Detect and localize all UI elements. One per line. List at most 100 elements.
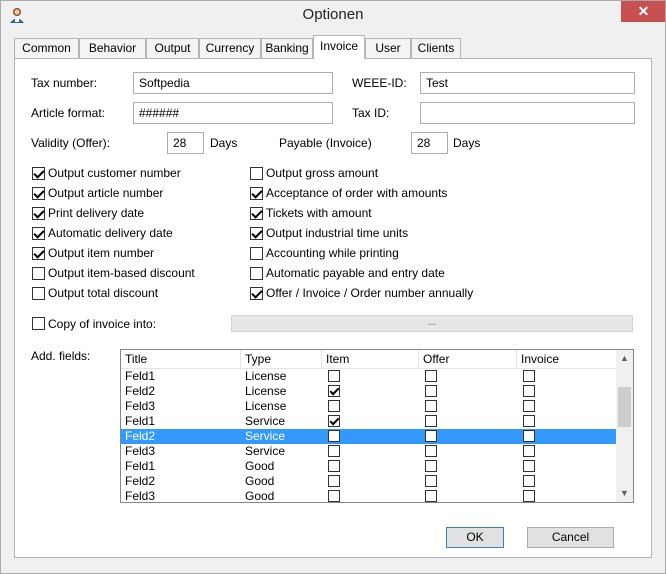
cell-offer-checkbox[interactable] bbox=[425, 385, 437, 397]
tab-invoice[interactable]: Invoice bbox=[313, 35, 365, 59]
option-checkbox[interactable] bbox=[32, 227, 45, 240]
validity-label: Validity (Offer): bbox=[31, 136, 110, 150]
column-header-item[interactable]: Item bbox=[322, 350, 419, 368]
table-row[interactable]: Feld2 Service bbox=[121, 429, 617, 444]
cell-type: License bbox=[245, 369, 287, 383]
option-checkbox[interactable] bbox=[250, 287, 263, 300]
cell-invoice-checkbox[interactable] bbox=[523, 460, 535, 472]
scroll-up-icon[interactable]: ▲ bbox=[616, 350, 633, 367]
cell-offer-checkbox[interactable] bbox=[425, 460, 437, 472]
cell-item-checkbox[interactable] bbox=[328, 415, 340, 427]
tab-clients[interactable]: Clients bbox=[411, 38, 461, 58]
table-row[interactable]: Feld3 Good bbox=[121, 489, 617, 503]
cell-item-checkbox[interactable] bbox=[328, 385, 340, 397]
table-row[interactable]: Feld3 License bbox=[121, 399, 617, 414]
window-title: Optionen bbox=[302, 6, 364, 23]
option-label: Output item number bbox=[48, 246, 155, 260]
cell-invoice-checkbox[interactable] bbox=[523, 415, 535, 427]
cell-item-checkbox[interactable] bbox=[328, 475, 340, 487]
column-header-type[interactable]: Type bbox=[241, 350, 322, 368]
tax-number-input[interactable]: Softpedia bbox=[133, 72, 333, 94]
option-checkbox[interactable] bbox=[32, 167, 45, 180]
cell-invoice-checkbox[interactable] bbox=[523, 400, 535, 412]
cell-invoice-checkbox[interactable] bbox=[523, 385, 535, 397]
column-header-offer[interactable]: Offer bbox=[419, 350, 517, 368]
scroll-down-icon[interactable]: ▼ bbox=[616, 485, 633, 502]
table-row[interactable]: Feld2 Good bbox=[121, 474, 617, 489]
cell-title: Feld1 bbox=[125, 369, 156, 383]
copy-invoice-browse-button[interactable]: ... bbox=[231, 315, 633, 332]
table-row[interactable]: Feld3 Service bbox=[121, 444, 617, 459]
payable-input[interactable]: 28 bbox=[411, 132, 448, 154]
copy-invoice-checkbox[interactable] bbox=[32, 317, 45, 330]
cell-item-checkbox[interactable] bbox=[328, 430, 340, 442]
cell-title: Feld3 bbox=[125, 444, 156, 458]
cell-invoice-checkbox[interactable] bbox=[523, 490, 535, 502]
scroll-thumb[interactable] bbox=[618, 387, 631, 427]
cell-offer-checkbox[interactable] bbox=[425, 430, 437, 442]
tax-id-input[interactable] bbox=[420, 102, 635, 124]
close-button[interactable]: ✕ bbox=[621, 0, 666, 22]
option-checkbox[interactable] bbox=[250, 167, 263, 180]
option-checkbox[interactable] bbox=[32, 187, 45, 200]
option-checkbox[interactable] bbox=[32, 287, 45, 300]
option-checkbox[interactable] bbox=[250, 267, 263, 280]
option-checkbox[interactable] bbox=[250, 207, 263, 220]
cell-offer-checkbox[interactable] bbox=[425, 475, 437, 487]
tab-output[interactable]: Output bbox=[146, 38, 199, 58]
add-fields-grid[interactable]: Title Type Item Offer Invoice Feld1 License Fe… bbox=[120, 349, 634, 503]
cell-title: Feld2 bbox=[125, 429, 156, 443]
cell-invoice-checkbox[interactable] bbox=[523, 445, 535, 457]
column-header-invoice[interactable]: Invoice bbox=[517, 350, 617, 368]
cell-item-checkbox[interactable] bbox=[328, 370, 340, 382]
tab-banking[interactable]: Banking bbox=[261, 38, 313, 58]
validity-input[interactable]: 28 bbox=[167, 132, 204, 154]
option-label: Output industrial time units bbox=[266, 226, 409, 240]
table-row[interactable]: Feld1 Service bbox=[121, 414, 617, 429]
cell-title: Feld3 bbox=[125, 399, 156, 413]
cell-title: Feld2 bbox=[125, 474, 156, 488]
cell-item-checkbox[interactable] bbox=[328, 460, 340, 472]
cell-invoice-checkbox[interactable] bbox=[523, 475, 535, 487]
tab-currency[interactable]: Currency bbox=[199, 38, 261, 58]
option-checkbox[interactable] bbox=[250, 247, 263, 260]
cell-item-checkbox[interactable] bbox=[328, 490, 340, 502]
cell-item-checkbox[interactable] bbox=[328, 445, 340, 457]
cell-item-checkbox[interactable] bbox=[328, 400, 340, 412]
option-checkbox[interactable] bbox=[32, 207, 45, 220]
grid-scrollbar[interactable]: ▲ ▼ bbox=[616, 350, 633, 502]
option-checkbox[interactable] bbox=[32, 247, 45, 260]
column-header-title[interactable]: Title bbox=[121, 350, 241, 368]
ok-button[interactable]: OK bbox=[446, 527, 504, 548]
option-label: Offer / Invoice / Order number annually bbox=[266, 286, 474, 300]
option-label: Print delivery date bbox=[48, 206, 145, 220]
tab-common[interactable]: Common bbox=[14, 38, 79, 58]
option-checkbox[interactable] bbox=[250, 187, 263, 200]
table-row[interactable]: Feld2 License bbox=[121, 384, 617, 399]
table-row[interactable]: Feld1 Good bbox=[121, 459, 617, 474]
option-checkbox[interactable] bbox=[250, 227, 263, 240]
cell-offer-checkbox[interactable] bbox=[425, 370, 437, 382]
cancel-button[interactable]: Cancel bbox=[527, 527, 614, 548]
payable-label: Payable (Invoice) bbox=[279, 136, 372, 150]
option-label: Output item-based discount bbox=[48, 266, 195, 280]
cell-type: Service bbox=[245, 414, 286, 428]
cell-offer-checkbox[interactable] bbox=[425, 490, 437, 502]
weee-id-input[interactable]: Test bbox=[420, 72, 635, 94]
cell-offer-checkbox[interactable] bbox=[425, 445, 437, 457]
tab-behavior[interactable]: Behavior bbox=[79, 38, 146, 58]
cell-invoice-checkbox[interactable] bbox=[523, 370, 535, 382]
tab-user[interactable]: User bbox=[365, 38, 411, 58]
article-format-label: Article format: bbox=[31, 106, 106, 120]
cell-type: Service bbox=[245, 444, 286, 458]
cell-offer-checkbox[interactable] bbox=[425, 400, 437, 412]
cell-offer-checkbox[interactable] bbox=[425, 415, 437, 427]
grid-header: Title Type Item Offer Invoice bbox=[121, 350, 617, 369]
cell-type: Good bbox=[245, 489, 275, 503]
option-checkbox[interactable] bbox=[32, 267, 45, 280]
cell-invoice-checkbox[interactable] bbox=[523, 430, 535, 442]
option-label: Automatic payable and entry date bbox=[266, 266, 445, 280]
table-row[interactable]: Feld1 License bbox=[121, 369, 617, 384]
article-format-input[interactable]: ###### bbox=[133, 102, 333, 124]
title-bar: Optionen ✕ bbox=[0, 0, 666, 31]
